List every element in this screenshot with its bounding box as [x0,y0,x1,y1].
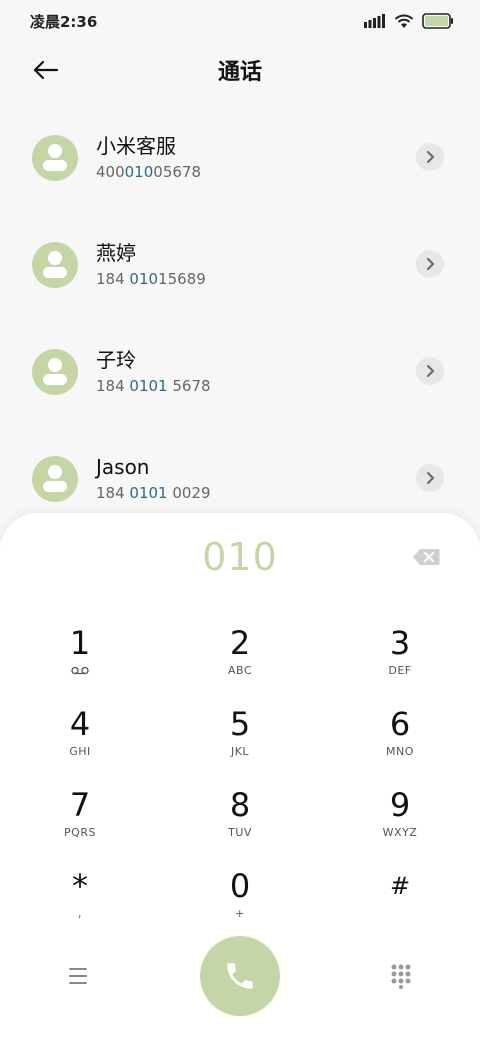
key-digit: 7 [69,786,91,824]
menu-icon [69,968,87,970]
number-match: 0101 [129,483,168,502]
contact-name: 燕婷 [96,240,136,265]
key-digit: 3 [389,624,411,662]
voicemail-icon [71,666,89,675]
phone-icon [227,963,253,989]
avatar [32,134,78,181]
contact-number: 40001005678 [96,162,201,181]
chevron-right-icon [427,151,435,163]
dialpad-grid-icon [391,964,411,989]
key-5[interactable]: 5 JKL [160,704,320,785]
key-2[interactable]: 2 ABC [160,623,320,704]
key-6[interactable]: 6 MNO [320,704,480,785]
status-icons [364,13,454,29]
contact-number: 184 01015689 [96,269,206,288]
contact-name: 子玲 [96,347,136,372]
key-letters: TUV [228,826,252,839]
menu-button[interactable] [66,964,90,988]
contact-detail-button[interactable] [416,357,444,385]
key-letters: MNO [386,745,414,758]
backspace-button[interactable] [412,548,440,568]
key-digit: 9 [389,786,411,824]
dialpad-bottom-bar [0,936,480,1016]
key-1[interactable]: 1 [0,623,160,704]
header: 通话 [0,42,480,98]
key-4[interactable]: 4 GHI [0,704,160,785]
contact-number: 184 0101 5678 [96,376,211,395]
chevron-right-icon [427,472,435,484]
signal-icon [364,14,385,28]
key-digit: 2 [229,624,251,662]
key-8[interactable]: 8 TUV [160,785,320,866]
key-digit: 6 [389,705,411,743]
key-0[interactable]: 0 + [160,866,320,947]
key-hash[interactable]: # [320,866,480,947]
key-7[interactable]: 7 PQRS [0,785,160,866]
back-arrow-icon [33,60,59,80]
dialed-number: 010 [202,535,278,579]
keypad-toggle-button[interactable] [390,963,414,989]
avatar [32,241,78,288]
key-digit: * [72,867,88,905]
back-button[interactable] [30,54,62,86]
call-button[interactable] [200,936,280,1016]
contact-detail-button[interactable] [416,464,444,492]
wifi-icon [394,14,414,28]
key-9[interactable]: 9 WXYZ [320,785,480,866]
number-match: 010 [129,269,159,288]
key-star[interactable]: * , [0,866,160,947]
key-digit: 1 [69,624,91,662]
key-digit: 5 [229,705,251,743]
contact-detail-button[interactable] [416,250,444,278]
contact-name: Jason [96,454,150,479]
key-letters: + [235,907,245,920]
chevron-right-icon [427,365,435,377]
battery-icon [422,13,453,29]
number-match: 010 [124,162,154,181]
contact-row[interactable]: 小米客服 40001005678 [0,104,480,211]
key-digit: 4 [69,705,91,743]
backspace-icon [413,549,440,565]
key-digit: 0 [229,867,251,905]
number-match: 0101 [129,376,168,395]
key-3[interactable]: 3 DEF [320,623,480,704]
key-digit: 8 [229,786,251,824]
contact-name: 小米客服 [96,133,176,158]
key-letters: GHI [69,745,91,758]
contact-row[interactable]: 子玲 184 0101 5678 [0,318,480,425]
avatar [32,348,78,395]
dialpad: 010 1 2 ABC 3 DEF 4 GHI 5 JKL 6 MNO 7 PQ… [0,513,480,1040]
key-letters: JKL [230,745,250,758]
contact-detail-button[interactable] [416,143,444,171]
key-letters: , [78,907,82,920]
key-letters: WXYZ [382,826,418,839]
key-letters: ABC [227,664,253,677]
key-letters: DEF [388,664,412,677]
status-time: 凌晨2:36 [30,12,98,31]
avatar [32,455,78,502]
keypad: 1 2 ABC 3 DEF 4 GHI 5 JKL 6 MNO 7 PQRS 8… [0,623,480,947]
chevron-right-icon [427,258,435,270]
contact-row[interactable]: 燕婷 184 01015689 [0,211,480,318]
page-title: 通话 [217,60,262,85]
contact-number: 184 0101 0029 [96,483,211,502]
key-digit: # [389,872,411,900]
status-bar: 凌晨2:36 [0,0,480,42]
contact-list: 小米客服 40001005678 燕婷 184 01015689 子玲 184 … [0,104,480,532]
key-letters: PQRS [64,826,96,839]
